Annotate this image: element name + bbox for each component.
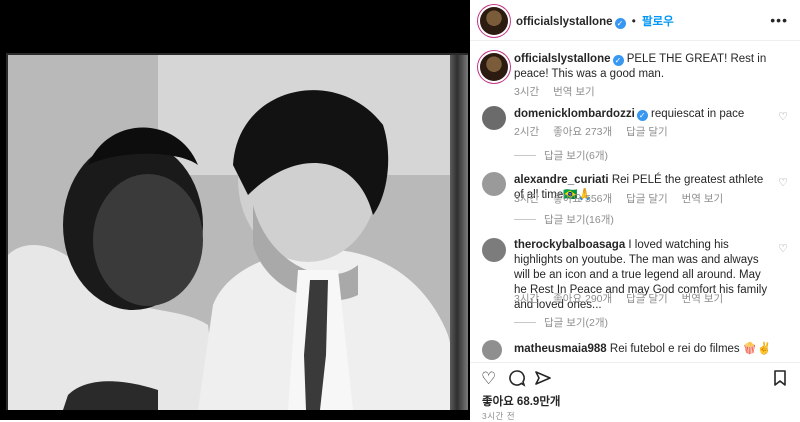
comment-like-heart-icon[interactable]: ♡ [778,110,788,123]
comment-text-wrap: domenicklombardozzi ✓ requiescat in pace [514,107,772,122]
comment-meta: 2시간 좋아요 273개 답글 달기 [514,124,679,139]
comment-text-wrap: matheusmaia988 Rei futebol e rei do film… [514,342,772,357]
comment-icon-svg [509,370,526,387]
post-media[interactable] [0,0,470,420]
view-replies[interactable]: 답글 보기(2개) [514,315,608,330]
send-icon-svg [535,371,551,385]
comment-reply-button[interactable]: 답글 달기 [626,193,668,205]
author-avatar[interactable] [480,7,508,35]
comment-username[interactable]: matheusmaia988 [514,343,607,355]
view-replies-label[interactable]: 답글 보기(2개) [544,317,608,329]
comment-likes[interactable]: 좋아요 556개 [553,193,612,205]
comment-time: 3시간 [514,193,540,205]
more-options-icon[interactable]: ••• [770,12,788,28]
replies-line [514,322,536,323]
post-panel: officialslystallone ✓ • 팔로우 ••• officials… [470,0,800,421]
comment-like-heart-icon[interactable]: ♡ [778,176,788,189]
comment-meta: 3시간 좋아요 290개 답글 달기 번역 보기 [514,291,734,306]
caption-text-wrap: officialslystallone ✓ PELE THE GREAT! Res… [514,52,772,82]
photo-illustration [8,55,468,410]
comment-likes[interactable]: 좋아요 290개 [553,293,612,305]
comment-likes[interactable]: 좋아요 273개 [553,126,612,138]
comment-username[interactable]: alexandre_curiati [514,174,609,186]
view-replies-label[interactable]: 답글 보기(6개) [544,150,608,162]
comment-translate[interactable]: 번역 보기 [682,293,724,305]
post-photo [8,55,468,410]
comment-reply-button[interactable]: 답글 달기 [626,293,668,305]
view-replies-label[interactable]: 답글 보기(16개) [544,214,614,226]
photo-frame-edge [450,55,468,410]
comment-time: 2시간 [514,126,540,138]
caption-translate[interactable]: 번역 보기 [553,86,595,98]
replies-line [514,219,536,220]
comment-username[interactable]: domenicklombardozzi [514,108,635,120]
caption-avatar[interactable] [480,53,508,81]
comment-icon[interactable] [508,369,526,392]
verified-badge-icon: ✓ [612,55,624,66]
comment-reply-button[interactable]: 답글 달기 [626,126,668,138]
author-username[interactable]: officialslystallone [516,16,613,28]
comment-username[interactable]: therockybalboasaga [514,239,625,251]
comment-translate[interactable]: 번역 보기 [682,193,724,205]
view-replies[interactable]: 답글 보기(16개) [514,212,614,227]
view-replies[interactable]: 답글 보기(6개) [514,148,608,163]
comment-meta: 3시간 좋아요 556개 답글 달기 번역 보기 [514,191,734,206]
likes-count[interactable]: 좋아요 68.9만개 [482,393,560,409]
action-bar: ♡ [470,362,800,391]
comment-avatar[interactable] [482,172,506,196]
comment-text: requiescat in pace [650,108,745,120]
bookmark-icon[interactable] [772,369,788,392]
caption-meta: 3시간 번역 보기 [514,84,606,99]
comment-like-heart-icon[interactable]: ♡ [778,242,788,255]
separator-dot: • [631,16,636,28]
follow-button[interactable]: 팔로우 [642,16,674,28]
bookmark-icon-svg [774,370,786,386]
comment-avatar[interactable] [482,340,502,360]
caption-username[interactable]: officialslystallone [514,53,611,65]
post-header: officialslystallone ✓ • 팔로우 ••• [470,0,800,41]
replies-line [514,155,536,156]
verified-badge-icon: ✓ [614,18,626,29]
comment-avatar[interactable] [482,106,506,130]
comment-avatar[interactable] [482,238,506,262]
send-icon[interactable] [534,369,552,392]
verified-badge-icon: ✓ [636,110,648,121]
author-line: officialslystallone ✓ • 팔로우 [516,13,674,29]
post-timestamp: 3시간 전 [482,411,516,421]
comment-time: 3시간 [514,293,540,305]
caption-time: 3시간 [514,86,540,98]
comment-text: Rei futebol e rei do filmes 🍿✌️ [609,343,772,355]
heart-icon[interactable]: ♡ [481,369,496,389]
